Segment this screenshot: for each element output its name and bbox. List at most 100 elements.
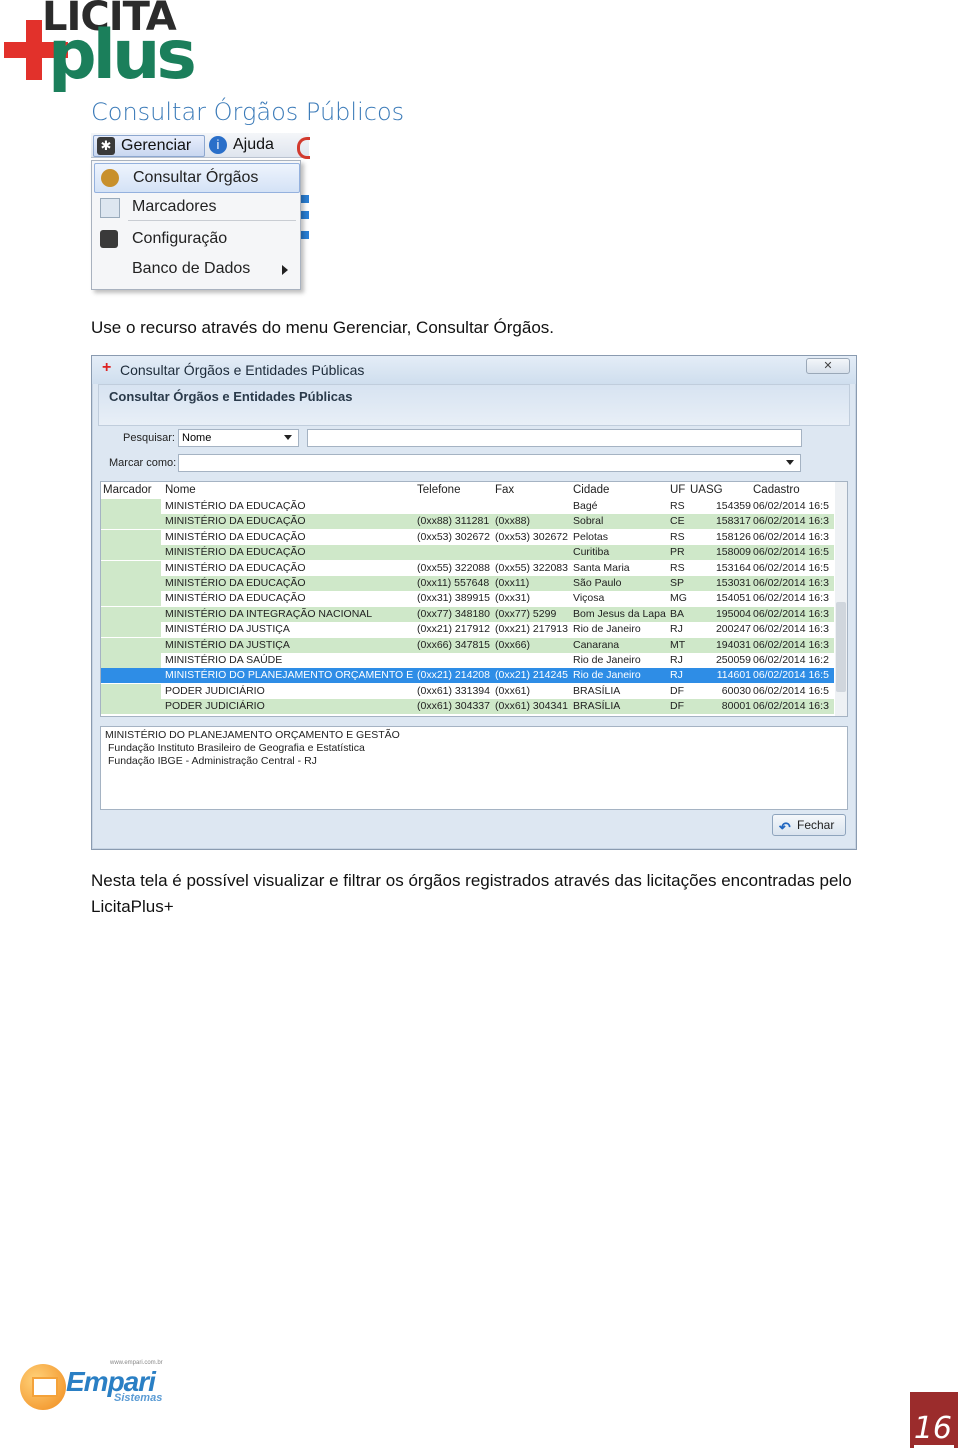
menu-item-label: Consultar Órgãos bbox=[133, 169, 259, 186]
cell-uasg: 153164 bbox=[715, 561, 751, 574]
table-row[interactable]: MINISTÉRIO DA INTEGRAÇÃO NACIONAL (0xx77)… bbox=[101, 606, 834, 622]
cell-uasg: 250059 bbox=[715, 654, 751, 666]
cell-tel: (0xx21) 214208 bbox=[417, 669, 490, 682]
marker-cell[interactable] bbox=[101, 545, 161, 561]
marker-cell[interactable] bbox=[101, 683, 161, 699]
marker-cell[interactable] bbox=[101, 699, 161, 715]
power-icon[interactable] bbox=[297, 137, 310, 159]
cell-nome: MINISTÉRIO DA EDUCAÇÃO bbox=[165, 561, 306, 574]
column-header[interactable]: Telefone bbox=[417, 484, 460, 496]
table-row[interactable]: MINISTÉRIO DA JUSTIÇA (0xx21) 217912 (0xx2… bbox=[101, 622, 834, 638]
table-row[interactable]: MINISTÉRIO DA JUSTIÇA (0xx66) 347815 (0xx6… bbox=[101, 637, 834, 653]
cell-nome: PODER JUDICIÁRIO bbox=[165, 684, 265, 697]
marker-cell[interactable] bbox=[101, 514, 161, 530]
page-number: 16 bbox=[913, 1411, 952, 1446]
cell-cidade: BRASÍLIA bbox=[573, 684, 621, 697]
column-header[interactable]: Cadastro bbox=[753, 484, 800, 496]
details-line: Fundação IBGE - Administração Central - … bbox=[108, 755, 317, 767]
cell-uasg: 158317 bbox=[715, 515, 751, 528]
cell-uasg: 195004 bbox=[715, 607, 751, 620]
menu-item-banco-de-dados[interactable]: Banco de Dados bbox=[94, 255, 298, 283]
cell-uasg: 158126 bbox=[715, 530, 751, 543]
cell-uasg: 154359 bbox=[715, 500, 751, 512]
cell-uasg: 60030 bbox=[721, 684, 751, 697]
table-row[interactable]: PODER JUDICIÁRIO (0xx61) 304337 (0xx61) 30… bbox=[101, 699, 834, 715]
table-row[interactable]: MINISTÉRIO DA EDUCAÇÃO Curitiba PR 158009 06… bbox=[101, 545, 834, 561]
column-header[interactable]: UF bbox=[670, 484, 685, 496]
dialog-window-title: Consultar Órgãos e Entidades Públicas bbox=[120, 362, 365, 378]
cell-cad: 06/02/2014 16:2 bbox=[753, 654, 829, 666]
background-fragment bbox=[301, 211, 309, 219]
orgaos-table: Marcador Nome Telefone Fax Cidade UF UAS… bbox=[100, 481, 848, 717]
dialog-header: Consultar Órgãos e Entidades Públicas bbox=[109, 389, 353, 404]
details-textbox[interactable]: MINISTÉRIO DO PLANEJAMENTO ORÇAMENTO E G… bbox=[100, 726, 848, 810]
scrollbar-thumb[interactable] bbox=[836, 602, 846, 692]
submenu-arrow-icon bbox=[282, 265, 288, 275]
cell-cidade: Bom Jesus da Lapa bbox=[573, 607, 666, 620]
table-scrollbar[interactable] bbox=[835, 482, 847, 716]
table-header: Marcador Nome Telefone Fax Cidade UF UAS… bbox=[101, 482, 841, 498]
cell-tel: (0xx88) 311281 bbox=[417, 515, 490, 528]
cell-cidade: Viçosa bbox=[573, 592, 605, 605]
gear-icon bbox=[100, 230, 118, 248]
cell-tel: (0xx77) 348180 bbox=[417, 607, 490, 620]
dialog-titlebar: + Consultar Órgãos e Entidades Públicas … bbox=[92, 356, 856, 384]
table-row[interactable]: MINISTÉRIO DA SAÚDE Rio de Janeiro RJ 25005… bbox=[101, 653, 834, 668]
marker-cell[interactable] bbox=[101, 606, 161, 622]
cell-cidade: Santa Maria bbox=[573, 561, 630, 574]
marker-cell[interactable] bbox=[101, 591, 161, 607]
cell-uasg: 200247 bbox=[715, 623, 751, 636]
marker-cell[interactable] bbox=[101, 576, 161, 591]
menu-ajuda-label: Ajuda bbox=[233, 136, 274, 153]
cell-fax: (0xx77) 5299 bbox=[495, 607, 557, 620]
cell-tel: (0xx21) 217912 bbox=[417, 623, 490, 636]
cell-cad: 06/02/2014 16:3 bbox=[753, 700, 829, 713]
cell-cad: 06/02/2014 16:5 bbox=[753, 669, 829, 682]
menu-item-consultar-orgaos[interactable]: Consultar Órgãos bbox=[94, 163, 300, 193]
cell-fax: (0xx11) bbox=[495, 577, 530, 589]
table-row[interactable]: MINISTÉRIO DA EDUCAÇÃO (0xx55) 322088 (0xx… bbox=[101, 560, 834, 576]
column-header[interactable]: Nome bbox=[165, 484, 196, 496]
search-field-select[interactable]: Nome bbox=[178, 429, 299, 447]
marker-cell[interactable] bbox=[101, 653, 161, 668]
cell-tel: (0xx61) 331394 bbox=[417, 684, 490, 697]
column-header[interactable]: Cidade bbox=[573, 484, 609, 496]
marker-cell[interactable] bbox=[101, 529, 161, 545]
cell-uf: RS bbox=[670, 500, 685, 512]
menu-item-configuracao[interactable]: Configuração bbox=[94, 225, 298, 253]
monitor-icon bbox=[32, 1377, 58, 1397]
menu-item-marcadores[interactable]: Marcadores bbox=[94, 193, 298, 221]
close-button[interactable]: ↶ Fechar bbox=[772, 814, 846, 836]
empari-logo: www.empari.com.br Empari Sistemas bbox=[20, 1360, 180, 1416]
table-row[interactable]: MINISTÉRIO DO PLANEJAMENTO ORÇAMENTO E G… bbox=[101, 668, 834, 684]
footer-sub: Sistemas bbox=[114, 1392, 163, 1404]
cell-cad: 06/02/2014 16:3 bbox=[753, 638, 829, 651]
marker-cell[interactable] bbox=[101, 622, 161, 638]
table-row[interactable]: PODER JUDICIÁRIO (0xx61) 331394 (0xx61) BRA… bbox=[101, 683, 834, 699]
search-input[interactable] bbox=[307, 429, 802, 447]
table-row[interactable]: MINISTÉRIO DA EDUCAÇÃO (0xx88) 311281 (0xx… bbox=[101, 514, 834, 530]
cell-tel: (0xx31) 389915 bbox=[417, 592, 490, 605]
menu-gerenciar[interactable]: ✱ Gerenciar bbox=[93, 135, 205, 157]
table-row[interactable]: MINISTÉRIO DA EDUCAÇÃO Bagé RS 154359 06/02/… bbox=[101, 499, 834, 514]
column-header[interactable]: UASG bbox=[690, 484, 723, 496]
table-row[interactable]: MINISTÉRIO DA EDUCAÇÃO (0xx53) 302672 (0xx… bbox=[101, 529, 834, 545]
column-header[interactable]: Marcador bbox=[103, 484, 152, 496]
cell-nome: MINISTÉRIO DO PLANEJAMENTO ORÇAMENTO E G… bbox=[165, 669, 415, 682]
mark-as-select[interactable] bbox=[178, 454, 801, 472]
cell-nome: MINISTÉRIO DA EDUCAÇÃO bbox=[165, 500, 306, 512]
cell-uasg: 158009 bbox=[715, 546, 751, 559]
column-header[interactable]: Fax bbox=[495, 484, 514, 496]
marker-cell[interactable] bbox=[101, 499, 161, 514]
close-icon[interactable]: ✕ bbox=[806, 358, 850, 374]
marker-cell[interactable] bbox=[101, 560, 161, 576]
cell-cidade: Canarana bbox=[573, 638, 620, 651]
bookmark-icon bbox=[100, 198, 120, 218]
marker-cell[interactable] bbox=[101, 637, 161, 653]
table-row[interactable]: MINISTÉRIO DA EDUCAÇÃO (0xx11) 557648 (0xx… bbox=[101, 576, 834, 591]
cell-fax: (0xx61) 304341 bbox=[495, 700, 568, 713]
marker-cell[interactable] bbox=[101, 668, 161, 684]
cell-cad: 06/02/2014 16:3 bbox=[753, 577, 829, 589]
menu-ajuda[interactable]: i Ajuda bbox=[209, 135, 274, 155]
table-row[interactable]: MINISTÉRIO DA EDUCAÇÃO (0xx31) 389915 (0xx… bbox=[101, 591, 834, 607]
